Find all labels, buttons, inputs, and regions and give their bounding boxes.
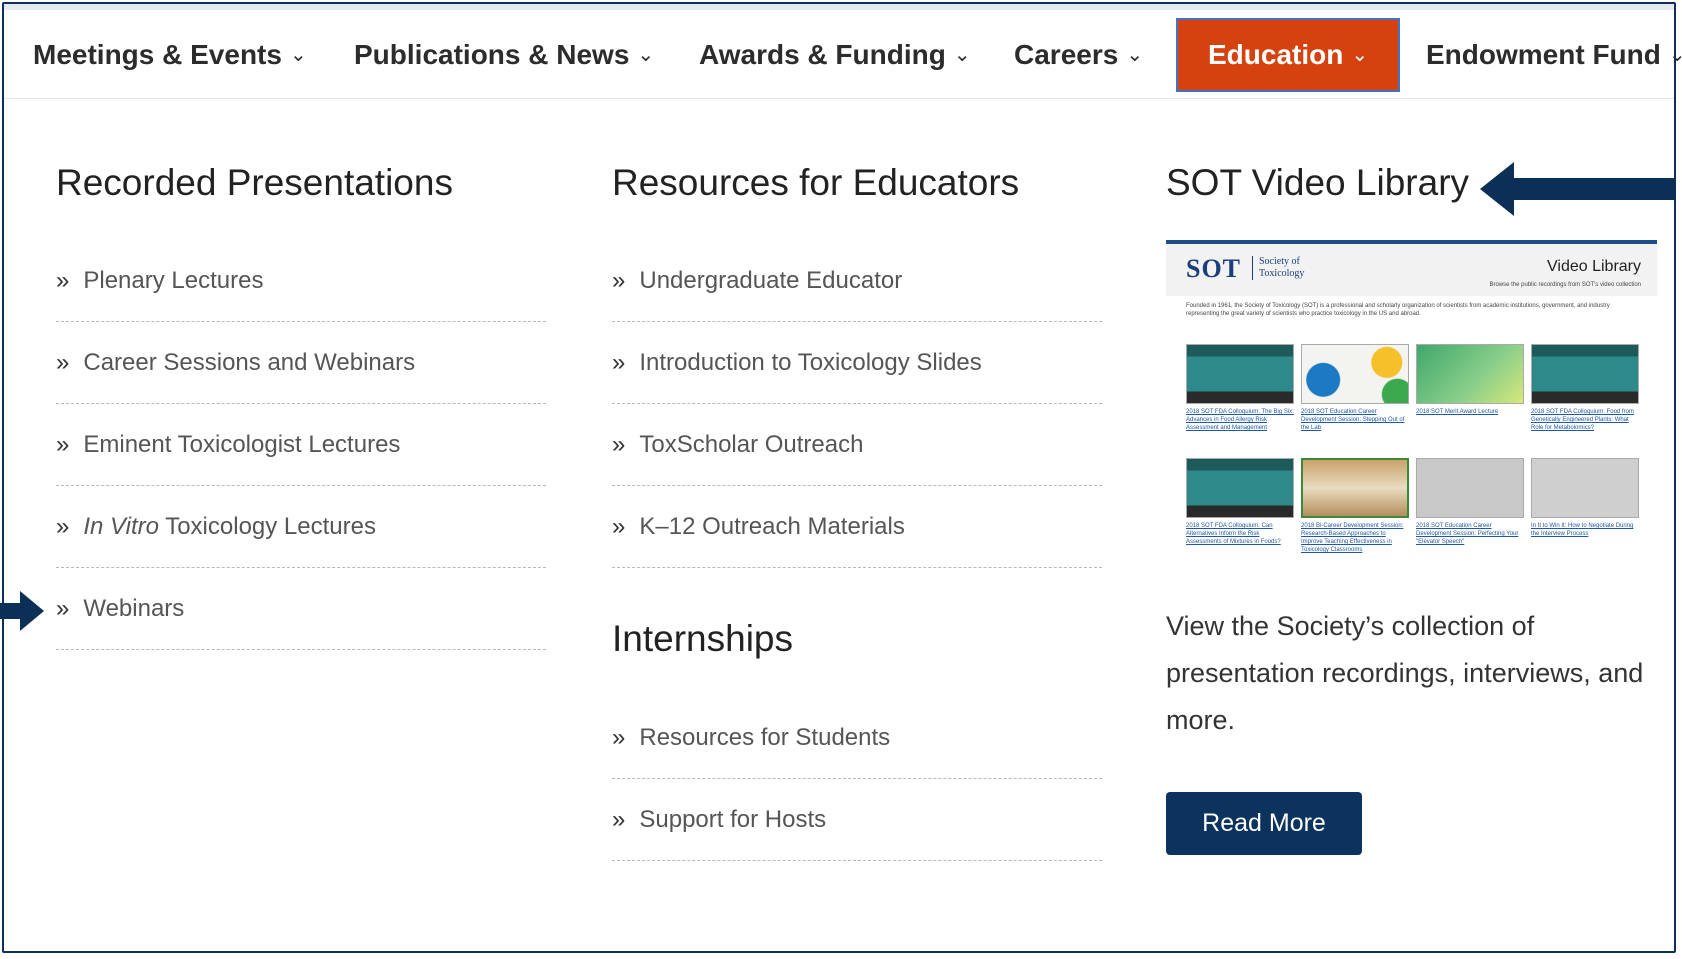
link-toxscholar-outreach[interactable]: » ToxScholar Outreach (612, 404, 1102, 486)
video-preview (1416, 458, 1524, 518)
video-caption: 2018 SOT FDA Colloquium: The Big Six: Ad… (1186, 409, 1294, 431)
video-preview (1186, 458, 1294, 518)
logo-sub-line: Society of (1259, 256, 1300, 267)
link-in-vitro-toxicology-lectures[interactable]: » In Vitro Toxicology Lectures (56, 486, 546, 568)
video-caption: 2018 SOT Education Career Development Se… (1301, 409, 1405, 431)
video-caption: 2018 SOT Education Career Development Se… (1416, 523, 1519, 545)
internships-heading: Internships (612, 618, 793, 659)
link-label: Support for Hosts (639, 806, 827, 833)
double-chevron-icon: » (56, 431, 70, 458)
video-library-thumbnail[interactable]: SOT Society of Toxicology Video Library … (1166, 240, 1657, 575)
main-nav: Meetings & Events ⌄ Publications & News ⌄ … (4, 10, 1682, 99)
chevron-down-icon: ⌄ (637, 44, 655, 66)
double-chevron-icon: » (612, 267, 626, 294)
double-chevron-icon: » (612, 806, 626, 833)
video-tile: 2018 SOT Merit Award Lecture (1416, 344, 1524, 416)
chevron-down-icon: ⌄ (1126, 44, 1144, 66)
resources-educators-heading: Resources for Educators (612, 162, 1020, 203)
double-chevron-icon: » (612, 431, 626, 458)
read-more-button[interactable]: Read More (1166, 792, 1362, 855)
video-preview (1531, 458, 1639, 518)
thumb-title: Video Library (1547, 258, 1641, 275)
link-label: Plenary Lectures (83, 267, 264, 294)
sot-logo-subtitle: Society of Toxicology (1252, 256, 1304, 280)
nav-label: Meetings & Events (33, 39, 282, 70)
link-label: Undergraduate Educator (639, 267, 903, 294)
video-caption: 2018 Bi-Career Development Session: Rese… (1301, 523, 1404, 553)
video-preview (1531, 344, 1639, 404)
video-caption: In It to Win It: How to Negotiate During… (1531, 523, 1634, 537)
thumb-tagline: Browse the public recordings from SOT's … (1489, 282, 1641, 288)
nav-label: Education (1208, 39, 1344, 70)
thumb-intro: Founded in 1961, the Society of Toxicolo… (1186, 303, 1610, 317)
double-chevron-icon: » (56, 595, 70, 622)
nav-label: Endowment Fund (1426, 39, 1661, 70)
sot-logo: SOT (1186, 254, 1242, 283)
link-undergraduate-educator[interactable]: » Undergraduate Educator (612, 240, 1102, 322)
video-preview (1416, 344, 1524, 404)
video-tile: 2018 SOT Education Career Development Se… (1301, 344, 1409, 432)
link-career-sessions-webinars[interactable]: » Career Sessions and Webinars (56, 322, 546, 404)
nav-education[interactable]: Education ⌄ (1176, 18, 1401, 92)
pointer-arrow-left-icon (1480, 162, 1676, 216)
nav-awards-funding[interactable]: Awards & Funding ⌄ (699, 20, 971, 90)
video-tile: 2018 SOT Education Career Development Se… (1416, 458, 1524, 546)
link-label: ToxScholar Outreach (639, 431, 864, 458)
double-chevron-icon: » (612, 513, 626, 540)
nav-label: Awards & Funding (699, 39, 946, 70)
video-preview (1301, 458, 1409, 518)
video-caption: 2018 SOT FDA Colloquium: Can Alternative… (1186, 523, 1281, 545)
video-preview (1301, 344, 1409, 404)
nav-meetings-events[interactable]: Meetings & Events ⌄ (33, 20, 307, 90)
link-plenary-lectures[interactable]: » Plenary Lectures (56, 240, 546, 322)
chevron-down-icon: ⌄ (1351, 44, 1369, 66)
link-label: K–12 Outreach Materials (639, 513, 905, 540)
link-label: Toxicology Lectures (158, 513, 376, 540)
nav-label: Publications & News (354, 39, 630, 70)
link-support-for-hosts[interactable]: » Support for Hosts (612, 779, 1102, 861)
video-preview (1186, 344, 1294, 404)
link-webinars[interactable]: » Webinars (56, 568, 546, 650)
nav-publications-news[interactable]: Publications & News ⌄ (354, 20, 654, 90)
link-label: Career Sessions and Webinars (83, 349, 416, 376)
recorded-presentations-heading: Recorded Presentations (56, 162, 453, 203)
chevron-down-icon: ⌄ (289, 44, 307, 66)
double-chevron-icon: » (612, 349, 626, 376)
video-tile: 2018 SOT FDA Colloquium: The Big Six: Ad… (1186, 344, 1294, 432)
double-chevron-icon: » (612, 724, 626, 751)
link-resources-for-students[interactable]: » Resources for Students (612, 697, 1102, 779)
chevron-down-icon: ⌄ (953, 44, 971, 66)
pointer-arrow-right-icon (0, 591, 44, 631)
logo-sub-line: Toxicology (1259, 268, 1305, 279)
link-k12-outreach-materials[interactable]: » K–12 Outreach Materials (612, 486, 1102, 568)
double-chevron-icon: » (56, 267, 70, 294)
link-label: Eminent Toxicologist Lectures (83, 431, 401, 458)
link-eminent-toxicologist-lectures[interactable]: » Eminent Toxicologist Lectures (56, 404, 546, 486)
video-caption: 2018 SOT FDA Colloquium: Food from Genet… (1531, 409, 1634, 431)
chevron-down-icon: ⌄ (1668, 44, 1682, 66)
link-label: Resources for Students (639, 724, 891, 751)
video-tile: 2018 Bi-Career Development Session: Rese… (1301, 458, 1409, 554)
double-chevron-icon: » (56, 349, 70, 376)
video-tile: 2018 SOT FDA Colloquium: Food from Genet… (1531, 344, 1639, 432)
link-intro-toxicology-slides[interactable]: » Introduction to Toxicology Slides (612, 322, 1102, 404)
nav-careers[interactable]: Careers ⌄ (1014, 20, 1143, 90)
nav-endowment-fund[interactable]: Endowment Fund ⌄ (1426, 20, 1682, 90)
thumb-header: SOT Society of Toxicology Video Library … (1166, 244, 1657, 296)
video-library-heading: SOT Video Library (1166, 162, 1470, 203)
double-chevron-icon: » (56, 513, 70, 540)
link-label: Webinars (83, 595, 185, 622)
nav-label: Careers (1014, 39, 1119, 70)
video-caption: 2018 SOT Merit Award Lecture (1416, 409, 1499, 415)
video-tile: In It to Win It: How to Negotiate During… (1531, 458, 1639, 538)
link-label: Introduction to Toxicology Slides (639, 349, 982, 376)
link-label-italic: In Vitro (83, 513, 159, 540)
video-tile: 2018 SOT FDA Colloquium: Can Alternative… (1186, 458, 1294, 546)
video-library-description: View the Society’s collection of present… (1166, 611, 1644, 735)
